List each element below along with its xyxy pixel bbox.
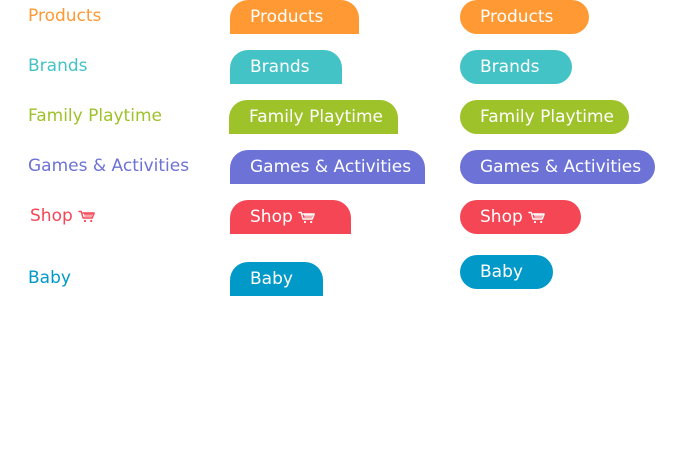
tab-family-playtime-button[interactable]: Family Playtime <box>229 100 398 134</box>
pill-shop-label: Shop <box>480 206 523 227</box>
pill-games-activities-button[interactable]: Games & Activities <box>460 150 655 184</box>
pill-baby-button[interactable]: Baby <box>460 255 553 289</box>
plain-family-playtime-label: Family Playtime <box>28 106 162 126</box>
tab-games-activities-label: Games & Activities <box>250 156 412 177</box>
plain-games-activities-link[interactable]: Games & Activities <box>28 158 189 175</box>
plain-family-playtime-link[interactable]: Family Playtime <box>28 108 162 125</box>
pill-baby-label: Baby <box>480 261 523 282</box>
shopping-cart-icon <box>78 210 96 223</box>
tab-products-label: Products <box>250 6 324 27</box>
tab-baby-label: Baby <box>250 268 293 289</box>
tab-brands-label: Brands <box>250 56 310 77</box>
plain-shop-label: Shop <box>30 206 73 226</box>
plain-brands-label: Brands <box>28 56 88 76</box>
pill-products-button[interactable]: Products <box>460 0 589 34</box>
pill-games-activities-label: Games & Activities <box>480 156 642 177</box>
plain-games-activities-label: Games & Activities <box>28 156 190 176</box>
plain-products-label: Products <box>28 6 102 26</box>
pill-brands-label: Brands <box>480 56 540 77</box>
shopping-cart-icon <box>298 211 316 224</box>
pill-brands-button[interactable]: Brands <box>460 50 572 84</box>
plain-brands-link[interactable]: Brands <box>28 58 88 75</box>
plain-products-link[interactable]: Products <box>28 8 101 25</box>
tab-shop-button[interactable]: Shop <box>230 200 351 234</box>
pill-family-playtime-label: Family Playtime <box>480 106 614 127</box>
tab-games-activities-button[interactable]: Games & Activities <box>230 150 425 184</box>
pill-products-label: Products <box>480 6 554 27</box>
tab-shop-label: Shop <box>250 206 293 227</box>
tab-family-playtime-label: Family Playtime <box>249 106 383 127</box>
pill-shop-button[interactable]: Shop <box>460 200 581 234</box>
shopping-cart-icon <box>528 211 546 224</box>
plain-baby-link[interactable]: Baby <box>28 270 71 287</box>
tab-brands-button[interactable]: Brands <box>230 50 342 84</box>
plain-shop-link[interactable]: Shop <box>30 208 96 225</box>
tab-baby-button[interactable]: Baby <box>230 262 323 296</box>
plain-baby-label: Baby <box>28 268 71 288</box>
tab-products-button[interactable]: Products <box>230 0 359 34</box>
pill-family-playtime-button[interactable]: Family Playtime <box>460 100 629 134</box>
